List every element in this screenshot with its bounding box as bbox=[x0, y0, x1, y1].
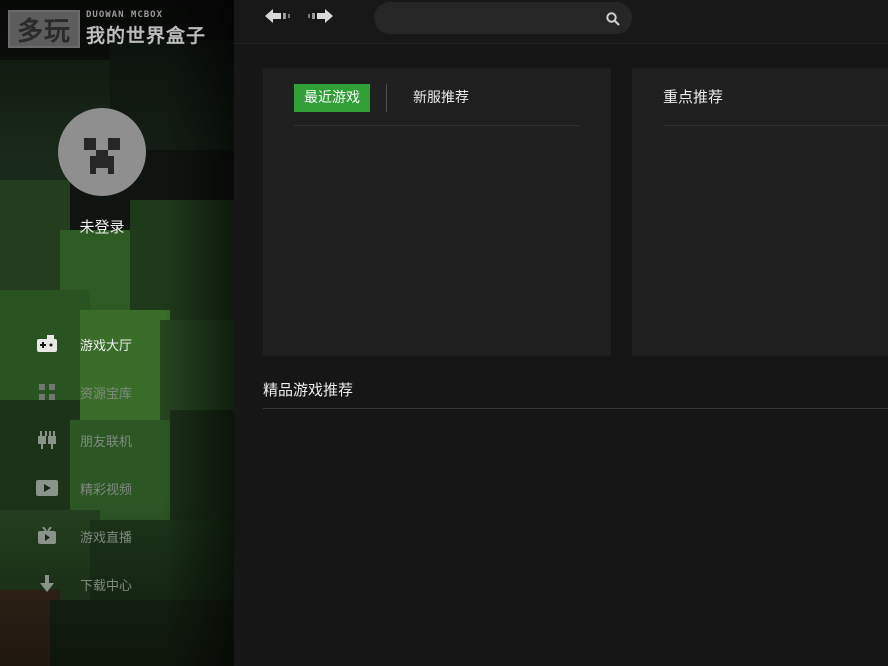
download-icon bbox=[36, 575, 58, 593]
sidebar-item-live[interactable]: 游戏直播 bbox=[0, 512, 234, 560]
sidebar-item-label: 朋友联机 bbox=[80, 434, 133, 450]
avatar[interactable] bbox=[58, 108, 146, 196]
sidebar: 多玩 DUOWAN MCBOX 我的世界盒子 未登录 游戏大厅 资源宝库 朋友联… bbox=[0, 0, 234, 666]
sidebar-item-friends-online[interactable]: 朋友联机 bbox=[0, 416, 234, 464]
sidebar-item-downloads[interactable]: 下载中心 bbox=[0, 560, 234, 608]
logo-badge: 多玩 bbox=[8, 10, 80, 48]
top-toolbar bbox=[234, 0, 888, 44]
tv-icon bbox=[36, 527, 58, 545]
featured-panel: 重点推荐 bbox=[632, 68, 888, 356]
sidebar-item-videos[interactable]: 精彩视频 bbox=[0, 464, 234, 512]
panel-tabs: 最近游戏 新服推荐 bbox=[294, 84, 479, 112]
sidebar-item-label: 下载中心 bbox=[80, 578, 133, 594]
search-box bbox=[374, 2, 632, 34]
play-icon bbox=[36, 479, 58, 497]
panel-divider bbox=[663, 125, 888, 126]
section-divider bbox=[263, 408, 888, 409]
back-button[interactable] bbox=[264, 8, 292, 26]
user-name[interactable]: 未登录 bbox=[0, 216, 204, 237]
sidebar-item-label: 游戏直播 bbox=[80, 530, 133, 546]
recent-games-panel: 最近游戏 新服推荐 bbox=[263, 68, 611, 356]
search-input[interactable] bbox=[390, 8, 590, 28]
featured-title: 重点推荐 bbox=[663, 88, 724, 106]
sidebar-item-resources[interactable]: 资源宝库 bbox=[0, 368, 234, 416]
forward-arrow-icon bbox=[307, 8, 333, 27]
plug-icon bbox=[36, 431, 58, 449]
grid-icon bbox=[36, 383, 58, 401]
sidebar-item-label: 精彩视频 bbox=[80, 482, 133, 498]
search-icon[interactable] bbox=[606, 11, 620, 30]
forward-button[interactable] bbox=[306, 8, 334, 26]
panel-divider bbox=[294, 125, 580, 126]
creeper-icon bbox=[78, 128, 126, 176]
gamepad-icon bbox=[36, 335, 58, 353]
tab-new-servers[interactable]: 新服推荐 bbox=[403, 84, 479, 112]
sidebar-item-label: 资源宝库 bbox=[80, 386, 133, 402]
back-arrow-icon bbox=[265, 8, 291, 27]
sidebar-item-label: 游戏大厅 bbox=[80, 338, 133, 354]
sidebar-nav: 游戏大厅 资源宝库 朋友联机 精彩视频 游戏直播 下载中心 bbox=[0, 320, 234, 608]
app-logo: 多玩 DUOWAN MCBOX 我的世界盒子 bbox=[8, 9, 206, 49]
sidebar-item-game-hall[interactable]: 游戏大厅 bbox=[0, 320, 234, 368]
tab-separator bbox=[386, 84, 387, 112]
section-title: 精品游戏推荐 bbox=[263, 381, 354, 399]
tab-recent-games[interactable]: 最近游戏 bbox=[294, 84, 370, 112]
logo-english-text: DUOWAN MCBOX bbox=[86, 10, 164, 20]
logo-chinese-text: 我的世界盒子 bbox=[86, 25, 207, 47]
